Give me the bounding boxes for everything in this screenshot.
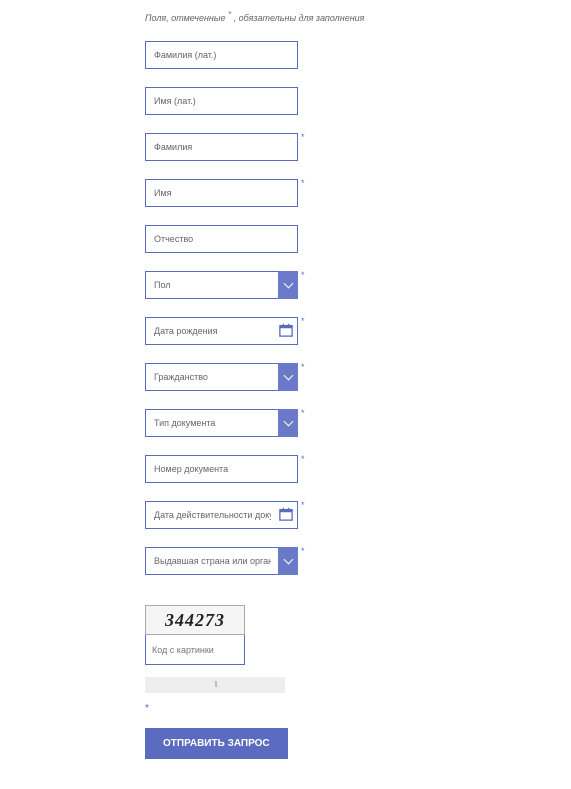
required-marker: *	[301, 455, 305, 463]
doc-type-row: *	[145, 409, 305, 437]
surname-lat-row	[145, 41, 305, 69]
required-marker: *	[301, 179, 305, 187]
captcha-image: 344273	[145, 605, 245, 635]
surname-input[interactable]	[145, 133, 298, 161]
doc-number-row: *	[145, 455, 305, 483]
form-page: Поля, отмеченные * , обязательны для зап…	[0, 0, 571, 789]
dob-row: *	[145, 317, 305, 345]
note-suffix: , обязательны для заполнения	[231, 13, 364, 23]
required-marker: *	[301, 501, 305, 509]
required-marker: *	[301, 133, 305, 141]
doc-type-select[interactable]	[145, 409, 298, 437]
gender-row: *	[145, 271, 305, 299]
captcha-input[interactable]	[145, 635, 245, 665]
patronymic-row	[145, 225, 305, 253]
doc-valid-input[interactable]	[145, 501, 298, 529]
name-input[interactable]	[145, 179, 298, 207]
required-marker: *	[301, 317, 305, 325]
doc-type-input[interactable]	[145, 409, 298, 437]
patronymic-input[interactable]	[145, 225, 298, 253]
chevron-down-icon[interactable]	[278, 547, 298, 575]
required-marker: *	[145, 703, 571, 714]
chevron-down-icon[interactable]	[278, 409, 298, 437]
recaptcha-widget[interactable]	[145, 677, 285, 693]
name-lat-input[interactable]	[145, 87, 298, 115]
required-marker: *	[301, 547, 305, 555]
issuing-input[interactable]	[145, 547, 298, 575]
gender-select[interactable]	[145, 271, 298, 299]
citizenship-select[interactable]	[145, 363, 298, 391]
issuing-row: *	[145, 547, 305, 575]
puzzle-icon	[209, 679, 221, 691]
required-note: Поля, отмеченные * , обязательны для зап…	[145, 10, 571, 23]
name-lat-row	[145, 87, 305, 115]
note-prefix: Поля, отмеченные	[145, 13, 228, 23]
calendar-icon[interactable]	[279, 323, 293, 337]
doc-valid-wrap	[145, 501, 298, 529]
issuing-select[interactable]	[145, 547, 298, 575]
required-marker: *	[301, 409, 305, 417]
citizenship-row: *	[145, 363, 305, 391]
dob-input[interactable]	[145, 317, 298, 345]
captcha-block: 344273 *	[145, 605, 571, 714]
chevron-down-icon[interactable]	[278, 363, 298, 391]
required-marker: *	[301, 363, 305, 371]
calendar-icon[interactable]	[279, 507, 293, 521]
citizenship-input[interactable]	[145, 363, 298, 391]
required-marker: *	[301, 271, 305, 279]
name-row: *	[145, 179, 305, 207]
doc-number-input[interactable]	[145, 455, 298, 483]
submit-button[interactable]: ОТПРАВИТЬ ЗАПРОС	[145, 728, 288, 759]
doc-valid-row: *	[145, 501, 305, 529]
surname-lat-input[interactable]	[145, 41, 298, 69]
dob-wrap	[145, 317, 298, 345]
surname-row: *	[145, 133, 305, 161]
gender-input[interactable]	[145, 271, 298, 299]
chevron-down-icon[interactable]	[278, 271, 298, 299]
